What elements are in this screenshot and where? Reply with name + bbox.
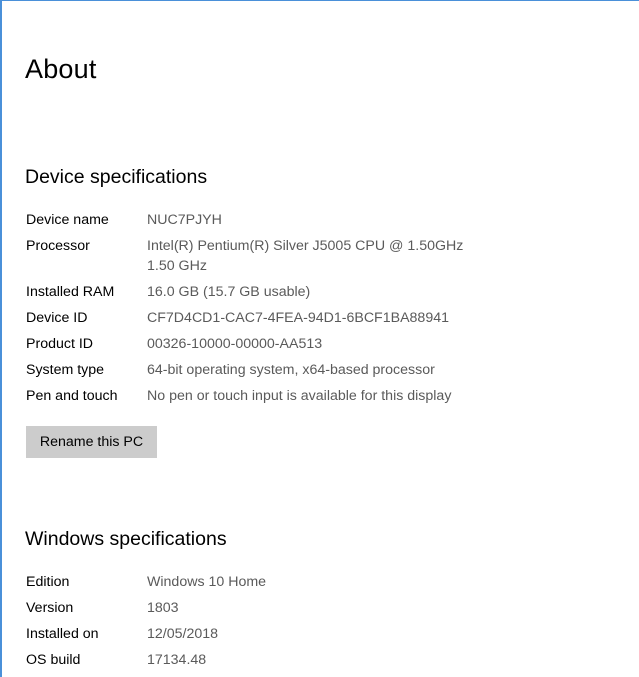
spec-value: 16.0 GB (15.7 GB usable) bbox=[147, 284, 311, 300]
windows-specifications-heading: Windows specifications bbox=[25, 528, 227, 550]
spec-value-second-line: 1.50 GHz bbox=[147, 258, 207, 274]
spec-value: 00326-10000-00000-AA513 bbox=[147, 336, 323, 352]
spec-value: 64-bit operating system, x64-based proce… bbox=[147, 362, 435, 378]
page-title: About bbox=[25, 54, 97, 84]
spec-value: NUC7PJYH bbox=[147, 212, 222, 228]
spec-label: Installed RAM bbox=[26, 284, 115, 300]
spec-value: 12/05/2018 bbox=[147, 626, 219, 642]
spec-label: Device ID bbox=[26, 310, 88, 326]
device-specifications-heading: Device specifications bbox=[25, 166, 208, 188]
spec-value: 17134.48 bbox=[147, 652, 207, 668]
spec-label: Product ID bbox=[26, 336, 94, 352]
spec-value: No pen or touch input is available for t… bbox=[147, 388, 452, 404]
spec-label: System type bbox=[26, 362, 105, 378]
spec-value: CF7D4CD1-CAC7-4FEA-94D1-6BCF1BA88941 bbox=[147, 310, 449, 326]
spec-label: Processor bbox=[26, 238, 90, 254]
window-left-border bbox=[0, 0, 2, 677]
spec-label: Installed on bbox=[26, 626, 99, 642]
spec-value: Intel(R) Pentium(R) Silver J5005 CPU @ 1… bbox=[147, 238, 464, 254]
spec-label: Pen and touch bbox=[26, 388, 118, 404]
rename-pc-button[interactable]: Rename this PC bbox=[26, 426, 157, 458]
spec-label: Edition bbox=[26, 574, 70, 590]
spec-value: Windows 10 Home bbox=[147, 574, 267, 590]
spec-label: Device name bbox=[26, 212, 109, 228]
spec-value: 1803 bbox=[147, 600, 179, 616]
window-top-border bbox=[0, 0, 639, 1]
spec-label: Version bbox=[26, 600, 74, 616]
spec-label: OS build bbox=[26, 652, 81, 668]
